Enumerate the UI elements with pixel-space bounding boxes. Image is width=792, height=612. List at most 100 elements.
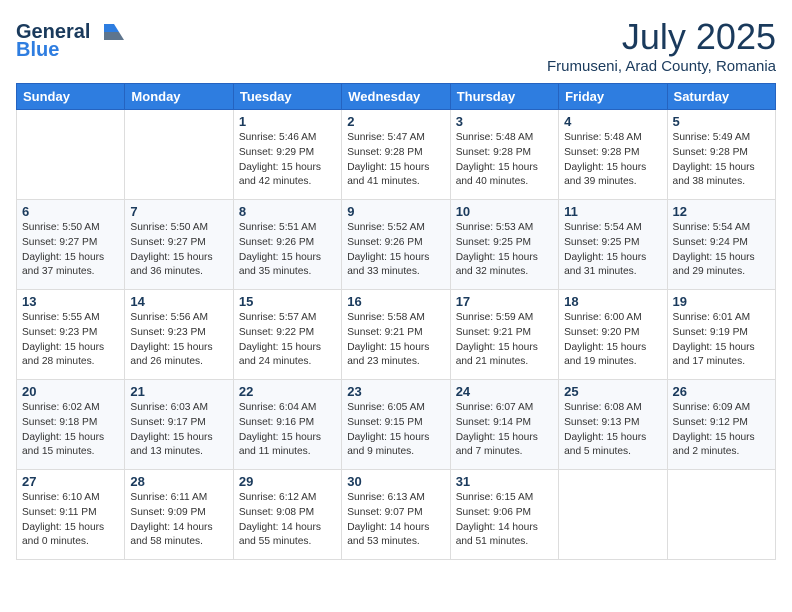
calendar-cell xyxy=(667,470,775,560)
day-info: Sunrise: 5:47 AMSunset: 9:28 PMDaylight:… xyxy=(347,131,444,190)
day-number: 10 xyxy=(456,204,553,219)
day-info: Sunrise: 6:08 AMSunset: 9:13 PMDaylight:… xyxy=(564,401,661,460)
calendar-cell: 22 Sunrise: 6:04 AMSunset: 9:16 PMDayligh… xyxy=(233,380,341,470)
day-info: Sunrise: 5:56 AMSunset: 9:23 PMDaylight:… xyxy=(130,311,227,370)
col-monday: Monday xyxy=(125,84,233,110)
page-header: General Blue July 2025 Frumuseni, Arad C… xyxy=(16,16,776,75)
day-number: 6 xyxy=(22,204,119,219)
calendar-cell: 14 Sunrise: 5:56 AMSunset: 9:23 PMDayligh… xyxy=(125,290,233,380)
day-info: Sunrise: 6:13 AMSunset: 9:07 PMDaylight:… xyxy=(347,491,444,550)
calendar-cell: 1Sunrise: 5:46 AMSunset: 9:29 PMDaylight… xyxy=(233,110,341,200)
calendar-cell: 17 Sunrise: 5:59 AMSunset: 9:21 PMDayligh… xyxy=(450,290,558,380)
day-number: 11 xyxy=(564,204,661,219)
calendar-cell: 2 Sunrise: 5:47 AMSunset: 9:28 PMDaylight… xyxy=(342,110,450,200)
logo-general-text: General Blue xyxy=(16,16,126,65)
day-info: Sunrise: 6:00 AMSunset: 9:20 PMDaylight:… xyxy=(564,311,661,370)
col-friday: Friday xyxy=(559,84,667,110)
day-number: 17 xyxy=(456,294,553,309)
day-number: 7 xyxy=(130,204,227,219)
calendar-cell: 30 Sunrise: 6:13 AMSunset: 9:07 PMDayligh… xyxy=(342,470,450,560)
day-number: 4 xyxy=(564,114,661,129)
day-info: Sunrise: 6:04 AMSunset: 9:16 PMDaylight:… xyxy=(239,401,336,460)
calendar-header-row: Sunday Monday Tuesday Wednesday Thursday… xyxy=(17,84,776,110)
day-info: Sunrise: 5:49 AMSunset: 9:28 PMDaylight:… xyxy=(673,131,770,190)
day-info: Sunrise: 6:12 AMSunset: 9:08 PMDaylight:… xyxy=(239,491,336,550)
day-number: 23 xyxy=(347,384,444,399)
day-info: Sunrise: 5:51 AMSunset: 9:26 PMDaylight:… xyxy=(239,221,336,280)
day-number: 14 xyxy=(130,294,227,309)
day-number: 25 xyxy=(564,384,661,399)
calendar-cell xyxy=(559,470,667,560)
col-saturday: Saturday xyxy=(667,84,775,110)
col-thursday: Thursday xyxy=(450,84,558,110)
day-number: 16 xyxy=(347,294,444,309)
day-number: 3 xyxy=(456,114,553,129)
day-info: Sunrise: 6:11 AMSunset: 9:09 PMDaylight:… xyxy=(130,491,227,550)
day-number: 13 xyxy=(22,294,119,309)
day-info: Sunrise: 5:59 AMSunset: 9:21 PMDaylight:… xyxy=(456,311,553,370)
day-info: Sunrise: 5:58 AMSunset: 9:21 PMDaylight:… xyxy=(347,311,444,370)
calendar-cell: 18 Sunrise: 6:00 AMSunset: 9:20 PMDayligh… xyxy=(559,290,667,380)
calendar-cell: 16 Sunrise: 5:58 AMSunset: 9:21 PMDayligh… xyxy=(342,290,450,380)
day-info: Sunrise: 5:52 AMSunset: 9:26 PMDaylight:… xyxy=(347,221,444,280)
day-info: Sunrise: 5:55 AMSunset: 9:23 PMDaylight:… xyxy=(22,311,119,370)
day-info: Sunrise: 6:01 AMSunset: 9:19 PMDaylight:… xyxy=(673,311,770,370)
col-tuesday: Tuesday xyxy=(233,84,341,110)
calendar-cell: 23 Sunrise: 6:05 AMSunset: 9:15 PMDayligh… xyxy=(342,380,450,470)
day-number: 8 xyxy=(239,204,336,219)
month-title: July 2025 xyxy=(547,16,776,58)
calendar-cell: 26 Sunrise: 6:09 AMSunset: 9:12 PMDayligh… xyxy=(667,380,775,470)
day-number: 28 xyxy=(130,474,227,489)
day-info: Sunrise: 6:03 AMSunset: 9:17 PMDaylight:… xyxy=(130,401,227,460)
day-number: 22 xyxy=(239,384,336,399)
day-number: 15 xyxy=(239,294,336,309)
day-number: 20 xyxy=(22,384,119,399)
col-sunday: Sunday xyxy=(17,84,125,110)
calendar-cell xyxy=(17,110,125,200)
calendar-week-row: 1Sunrise: 5:46 AMSunset: 9:29 PMDaylight… xyxy=(17,110,776,200)
calendar-cell: 19Sunrise: 6:01 AMSunset: 9:19 PMDayligh… xyxy=(667,290,775,380)
calendar-week-row: 6 Sunrise: 5:50 AMSunset: 9:27 PMDaylight… xyxy=(17,200,776,290)
calendar-cell: 5 Sunrise: 5:49 AMSunset: 9:28 PMDaylight… xyxy=(667,110,775,200)
logo: General Blue xyxy=(16,16,126,65)
calendar-week-row: 13 Sunrise: 5:55 AMSunset: 9:23 PMDayligh… xyxy=(17,290,776,380)
day-number: 26 xyxy=(673,384,770,399)
day-number: 29 xyxy=(239,474,336,489)
day-info: Sunrise: 5:48 AMSunset: 9:28 PMDaylight:… xyxy=(456,131,553,190)
calendar-cell: 29 Sunrise: 6:12 AMSunset: 9:08 PMDayligh… xyxy=(233,470,341,560)
day-number: 2 xyxy=(347,114,444,129)
day-number: 9 xyxy=(347,204,444,219)
day-info: Sunrise: 6:10 AMSunset: 9:11 PMDaylight:… xyxy=(22,491,119,550)
day-number: 18 xyxy=(564,294,661,309)
day-info: Sunrise: 6:09 AMSunset: 9:12 PMDaylight:… xyxy=(673,401,770,460)
day-number: 30 xyxy=(347,474,444,489)
day-info: Sunrise: 5:57 AMSunset: 9:22 PMDaylight:… xyxy=(239,311,336,370)
calendar-cell: 27 Sunrise: 6:10 AMSunset: 9:11 PMDayligh… xyxy=(17,470,125,560)
day-number: 24 xyxy=(456,384,553,399)
svg-text:Blue: Blue xyxy=(16,39,59,60)
day-info: Sunrise: 6:07 AMSunset: 9:14 PMDaylight:… xyxy=(456,401,553,460)
day-info: Sunrise: 5:54 AMSunset: 9:24 PMDaylight:… xyxy=(673,221,770,280)
calendar-cell: 4 Sunrise: 5:48 AMSunset: 9:28 PMDaylight… xyxy=(559,110,667,200)
day-info: Sunrise: 6:05 AMSunset: 9:15 PMDaylight:… xyxy=(347,401,444,460)
day-info: Sunrise: 6:02 AMSunset: 9:18 PMDaylight:… xyxy=(22,401,119,460)
calendar-cell: 10 Sunrise: 5:53 AMSunset: 9:25 PMDayligh… xyxy=(450,200,558,290)
calendar-table: Sunday Monday Tuesday Wednesday Thursday… xyxy=(16,83,776,560)
calendar-cell: 20 Sunrise: 6:02 AMSunset: 9:18 PMDayligh… xyxy=(17,380,125,470)
title-block: July 2025 Frumuseni, Arad County, Romani… xyxy=(547,16,776,75)
calendar-cell: 13 Sunrise: 5:55 AMSunset: 9:23 PMDayligh… xyxy=(17,290,125,380)
calendar-cell: 7 Sunrise: 5:50 AMSunset: 9:27 PMDaylight… xyxy=(125,200,233,290)
day-info: Sunrise: 6:15 AMSunset: 9:06 PMDaylight:… xyxy=(456,491,553,550)
day-info: Sunrise: 5:50 AMSunset: 9:27 PMDaylight:… xyxy=(22,221,119,280)
day-number: 27 xyxy=(22,474,119,489)
calendar-cell xyxy=(125,110,233,200)
day-info: Sunrise: 5:48 AMSunset: 9:28 PMDaylight:… xyxy=(564,131,661,190)
day-info: Sunrise: 5:53 AMSunset: 9:25 PMDaylight:… xyxy=(456,221,553,280)
calendar-cell: 21Sunrise: 6:03 AMSunset: 9:17 PMDayligh… xyxy=(125,380,233,470)
location-subtitle: Frumuseni, Arad County, Romania xyxy=(547,58,776,75)
day-number: 5 xyxy=(673,114,770,129)
calendar-week-row: 27 Sunrise: 6:10 AMSunset: 9:11 PMDayligh… xyxy=(17,470,776,560)
day-info: Sunrise: 5:50 AMSunset: 9:27 PMDaylight:… xyxy=(130,221,227,280)
day-info: Sunrise: 5:54 AMSunset: 9:25 PMDaylight:… xyxy=(564,221,661,280)
calendar-cell: 3 Sunrise: 5:48 AMSunset: 9:28 PMDaylight… xyxy=(450,110,558,200)
